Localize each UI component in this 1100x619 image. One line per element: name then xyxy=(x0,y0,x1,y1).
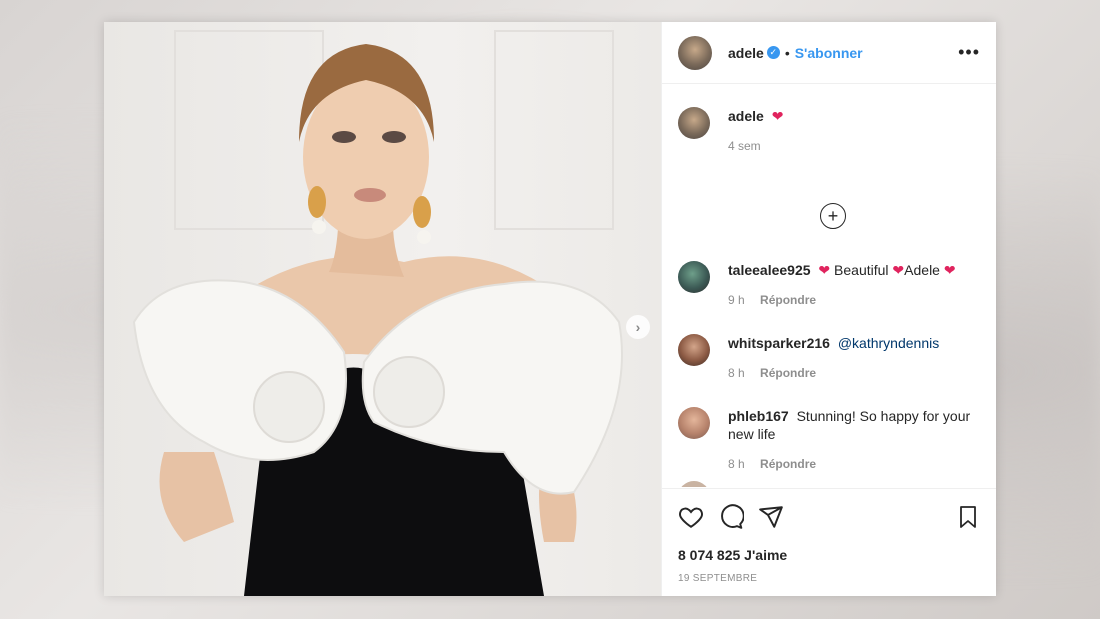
comment-text: Beautiful xyxy=(830,262,893,278)
comment-text: Adele xyxy=(904,262,944,278)
caption-age: 4 sem xyxy=(728,139,783,153)
caption-age-text: 4 sem xyxy=(728,139,761,153)
follow-button[interactable]: S'abonner xyxy=(795,45,863,61)
caption-row: adele ❤ 4 sem xyxy=(678,107,982,153)
avatar[interactable] xyxy=(678,481,710,487)
caption-username[interactable]: adele xyxy=(728,108,764,124)
comment-age: 9 h xyxy=(728,293,745,307)
heart-emoji: ❤ xyxy=(943,262,956,278)
comment-icon[interactable] xyxy=(718,504,744,530)
plus-circle-icon[interactable]: + xyxy=(820,203,846,229)
comment-username[interactable]: whitsparker216 xyxy=(728,335,830,351)
avatar[interactable] xyxy=(678,35,712,70)
avatar[interactable] xyxy=(678,107,710,139)
post-header: adele ✓ • S'abonner ••• xyxy=(662,22,996,84)
verified-icon: ✓ xyxy=(766,46,780,59)
post-photo[interactable]: › xyxy=(104,22,661,596)
heart-emoji: ❤ xyxy=(818,262,831,278)
photo-illustration xyxy=(132,44,623,596)
reply-button[interactable]: Répondre xyxy=(760,293,816,307)
separator-dot: • xyxy=(784,44,790,61)
reply-button[interactable]: Répondre xyxy=(760,366,816,380)
comments-list[interactable]: adele ❤ 4 sem + taleealee925 ❤ Beautiful… xyxy=(662,85,996,487)
comment-age: 8 h xyxy=(728,366,745,380)
mention-link[interactable]: @kathryndennis xyxy=(838,335,939,351)
instagram-post: › adele ✓ • S'abonner ••• adele ❤ 4 sem … xyxy=(104,22,996,596)
post-sidebar: adele ✓ • S'abonner ••• adele ❤ 4 sem + … xyxy=(661,22,996,596)
reply-button[interactable]: Répondre xyxy=(760,457,816,471)
bookmark-icon[interactable] xyxy=(956,504,980,530)
list-item: whitsparker216 @kathryndennis 8 h Répond… xyxy=(678,334,982,380)
avatar[interactable] xyxy=(678,261,710,293)
post-date: 19 SEPTEMBRE xyxy=(678,573,758,584)
comment-age: 8 h xyxy=(728,457,745,471)
comment-username[interactable]: taleealee925 xyxy=(728,262,811,278)
heart-icon[interactable] xyxy=(678,504,704,530)
avatar[interactable] xyxy=(678,407,710,439)
share-icon[interactable] xyxy=(758,504,784,530)
heart-emoji: ❤ xyxy=(771,108,784,124)
likes-count[interactable]: 8 074 825 J'aime xyxy=(678,547,980,563)
author-username[interactable]: adele xyxy=(728,45,764,61)
list-item: taleealee925 ❤ Beautiful ❤Adele ❤ 9 h Ré… xyxy=(678,261,982,307)
chevron-right-icon[interactable]: › xyxy=(626,315,650,339)
more-options-icon[interactable]: ••• xyxy=(958,42,980,63)
list-item: phleb167 Stunning! So happy for your new… xyxy=(678,407,982,471)
list-item-partial xyxy=(678,481,982,487)
avatar[interactable] xyxy=(678,334,710,366)
comment-username[interactable]: phleb167 xyxy=(728,408,789,424)
heart-emoji: ❤ xyxy=(892,262,905,278)
post-actions: 8 074 825 J'aime 19 SEPTEMBRE xyxy=(662,488,996,596)
